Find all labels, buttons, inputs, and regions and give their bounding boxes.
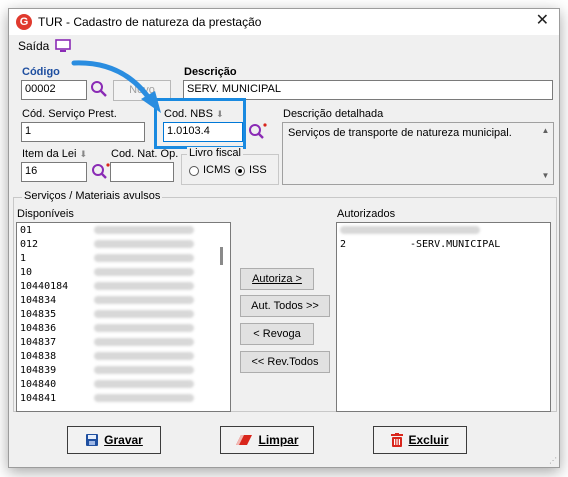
menu-saida[interactable]: Saída — [18, 39, 49, 53]
scroll-down-icon[interactable]: ▼ — [538, 171, 553, 181]
codigo-label: Código — [22, 66, 60, 78]
descricao-detalhada-scrollbar[interactable]: ▲ ▼ — [538, 123, 553, 184]
descricao-detalhada-label: Descrição detalhada — [283, 108, 384, 120]
list-item[interactable]: 104836 — [20, 323, 194, 336]
list-item — [340, 225, 480, 238]
disponiveis-label: Disponíveis — [17, 208, 74, 220]
cod-nbs-input[interactable]: 1.0103.4 — [163, 122, 243, 142]
eraser-icon — [236, 435, 253, 445]
servicos-legend: Serviços / Materiais avulsos — [22, 190, 163, 202]
descricao-detalhada-textarea[interactable]: Serviços de transporte de natureza munic… — [282, 122, 554, 185]
cod-nbs-label-text: Cod. NBS — [164, 108, 213, 120]
resize-grip-icon[interactable]: ⋰ — [549, 456, 557, 465]
sort-down-icon: ⬇ — [79, 149, 88, 159]
window-title: TUR - Cadastro de natureza da prestação — [38, 15, 262, 29]
title-bar: G TUR - Cadastro de natureza da prestaçã… — [9, 9, 559, 35]
revoga-button[interactable]: < Revoga — [240, 323, 314, 345]
list-item[interactable]: 10 — [20, 267, 194, 280]
excluir-button[interactable]: Excluir — [373, 426, 467, 454]
radio-iss[interactable] — [235, 166, 245, 176]
gravar-button[interactable]: Gravar — [67, 426, 161, 454]
cod-nat-op-input[interactable] — [110, 162, 174, 182]
list-item[interactable]: 104838 — [20, 351, 194, 364]
close-button[interactable]: ✕ — [536, 12, 549, 30]
cod-nbs-label: Cod. NBS ⬇ — [164, 108, 224, 120]
trash-icon — [391, 433, 404, 447]
descricao-input[interactable]: SERV. MUNICIPAL — [183, 80, 553, 100]
list-item[interactable]: 104834 — [20, 295, 194, 308]
list-item[interactable]: 012 — [20, 239, 194, 252]
list-item[interactable]: 104839 — [20, 365, 194, 378]
aut-todos-button[interactable]: Aut. Todos >> — [240, 295, 330, 317]
descricao-label: Descrição — [184, 66, 237, 78]
limpar-button[interactable]: Limpar — [220, 426, 314, 454]
save-icon — [86, 434, 99, 446]
radio-iss-label: ISS — [249, 164, 267, 176]
list-item[interactable]: 2 -SERV.MUNICIPAL — [340, 239, 500, 252]
radio-icms-label: ICMS — [203, 164, 231, 176]
scroll-up-icon[interactable]: ▲ — [538, 126, 553, 136]
item-lei-label: Item da Lei ⬇ — [22, 148, 87, 160]
radio-icms[interactable] — [189, 166, 199, 176]
app-logo: G — [16, 14, 32, 30]
list-item[interactable]: 10440184 — [20, 281, 194, 294]
item-lei-search-icon[interactable] — [91, 162, 111, 182]
list-scroll-thumb[interactable] — [220, 247, 223, 265]
annotation-arrow — [71, 60, 161, 113]
autorizados-label: Autorizados — [337, 208, 396, 220]
autorizados-list[interactable]: 2 -SERV.MUNICIPAL — [336, 222, 551, 412]
descricao-detalhada-text: Serviços de transporte de natureza munic… — [288, 127, 512, 139]
livro-fiscal-label: Livro fiscal — [187, 147, 243, 159]
cod-nbs-search-icon[interactable] — [248, 122, 268, 142]
servicos-materiais-group: Serviços / Materiais avulsos Disponíveis… — [13, 190, 557, 412]
rev-todos-button[interactable]: << Rev.Todos — [240, 351, 330, 373]
disponiveis-list[interactable]: 01 012 1 10 10440184 104834 104835 10483… — [16, 222, 231, 412]
cod-servico-input[interactable]: 1 — [21, 122, 145, 142]
cod-nat-op-label: Cod. Nat. Op. — [111, 148, 179, 160]
cadastro-natureza-window: G TUR - Cadastro de natureza da prestaçã… — [8, 8, 560, 468]
list-item[interactable]: 104841 — [20, 393, 194, 406]
list-item[interactable]: 01 — [20, 225, 194, 238]
list-item[interactable]: 104840 — [20, 379, 194, 392]
item-lei-label-text: Item da Lei — [22, 148, 77, 160]
autoriza-button[interactable]: Autoriza > — [240, 268, 314, 290]
list-item[interactable]: 104835 — [20, 309, 194, 322]
sort-down-icon: ⬇ — [215, 109, 224, 119]
list-item[interactable]: 1 — [20, 253, 194, 266]
livro-fiscal-group: Livro fiscal ICMS ISS — [181, 147, 279, 185]
item-lei-input[interactable]: 16 — [21, 162, 87, 182]
list-item[interactable]: 104837 — [20, 337, 194, 350]
